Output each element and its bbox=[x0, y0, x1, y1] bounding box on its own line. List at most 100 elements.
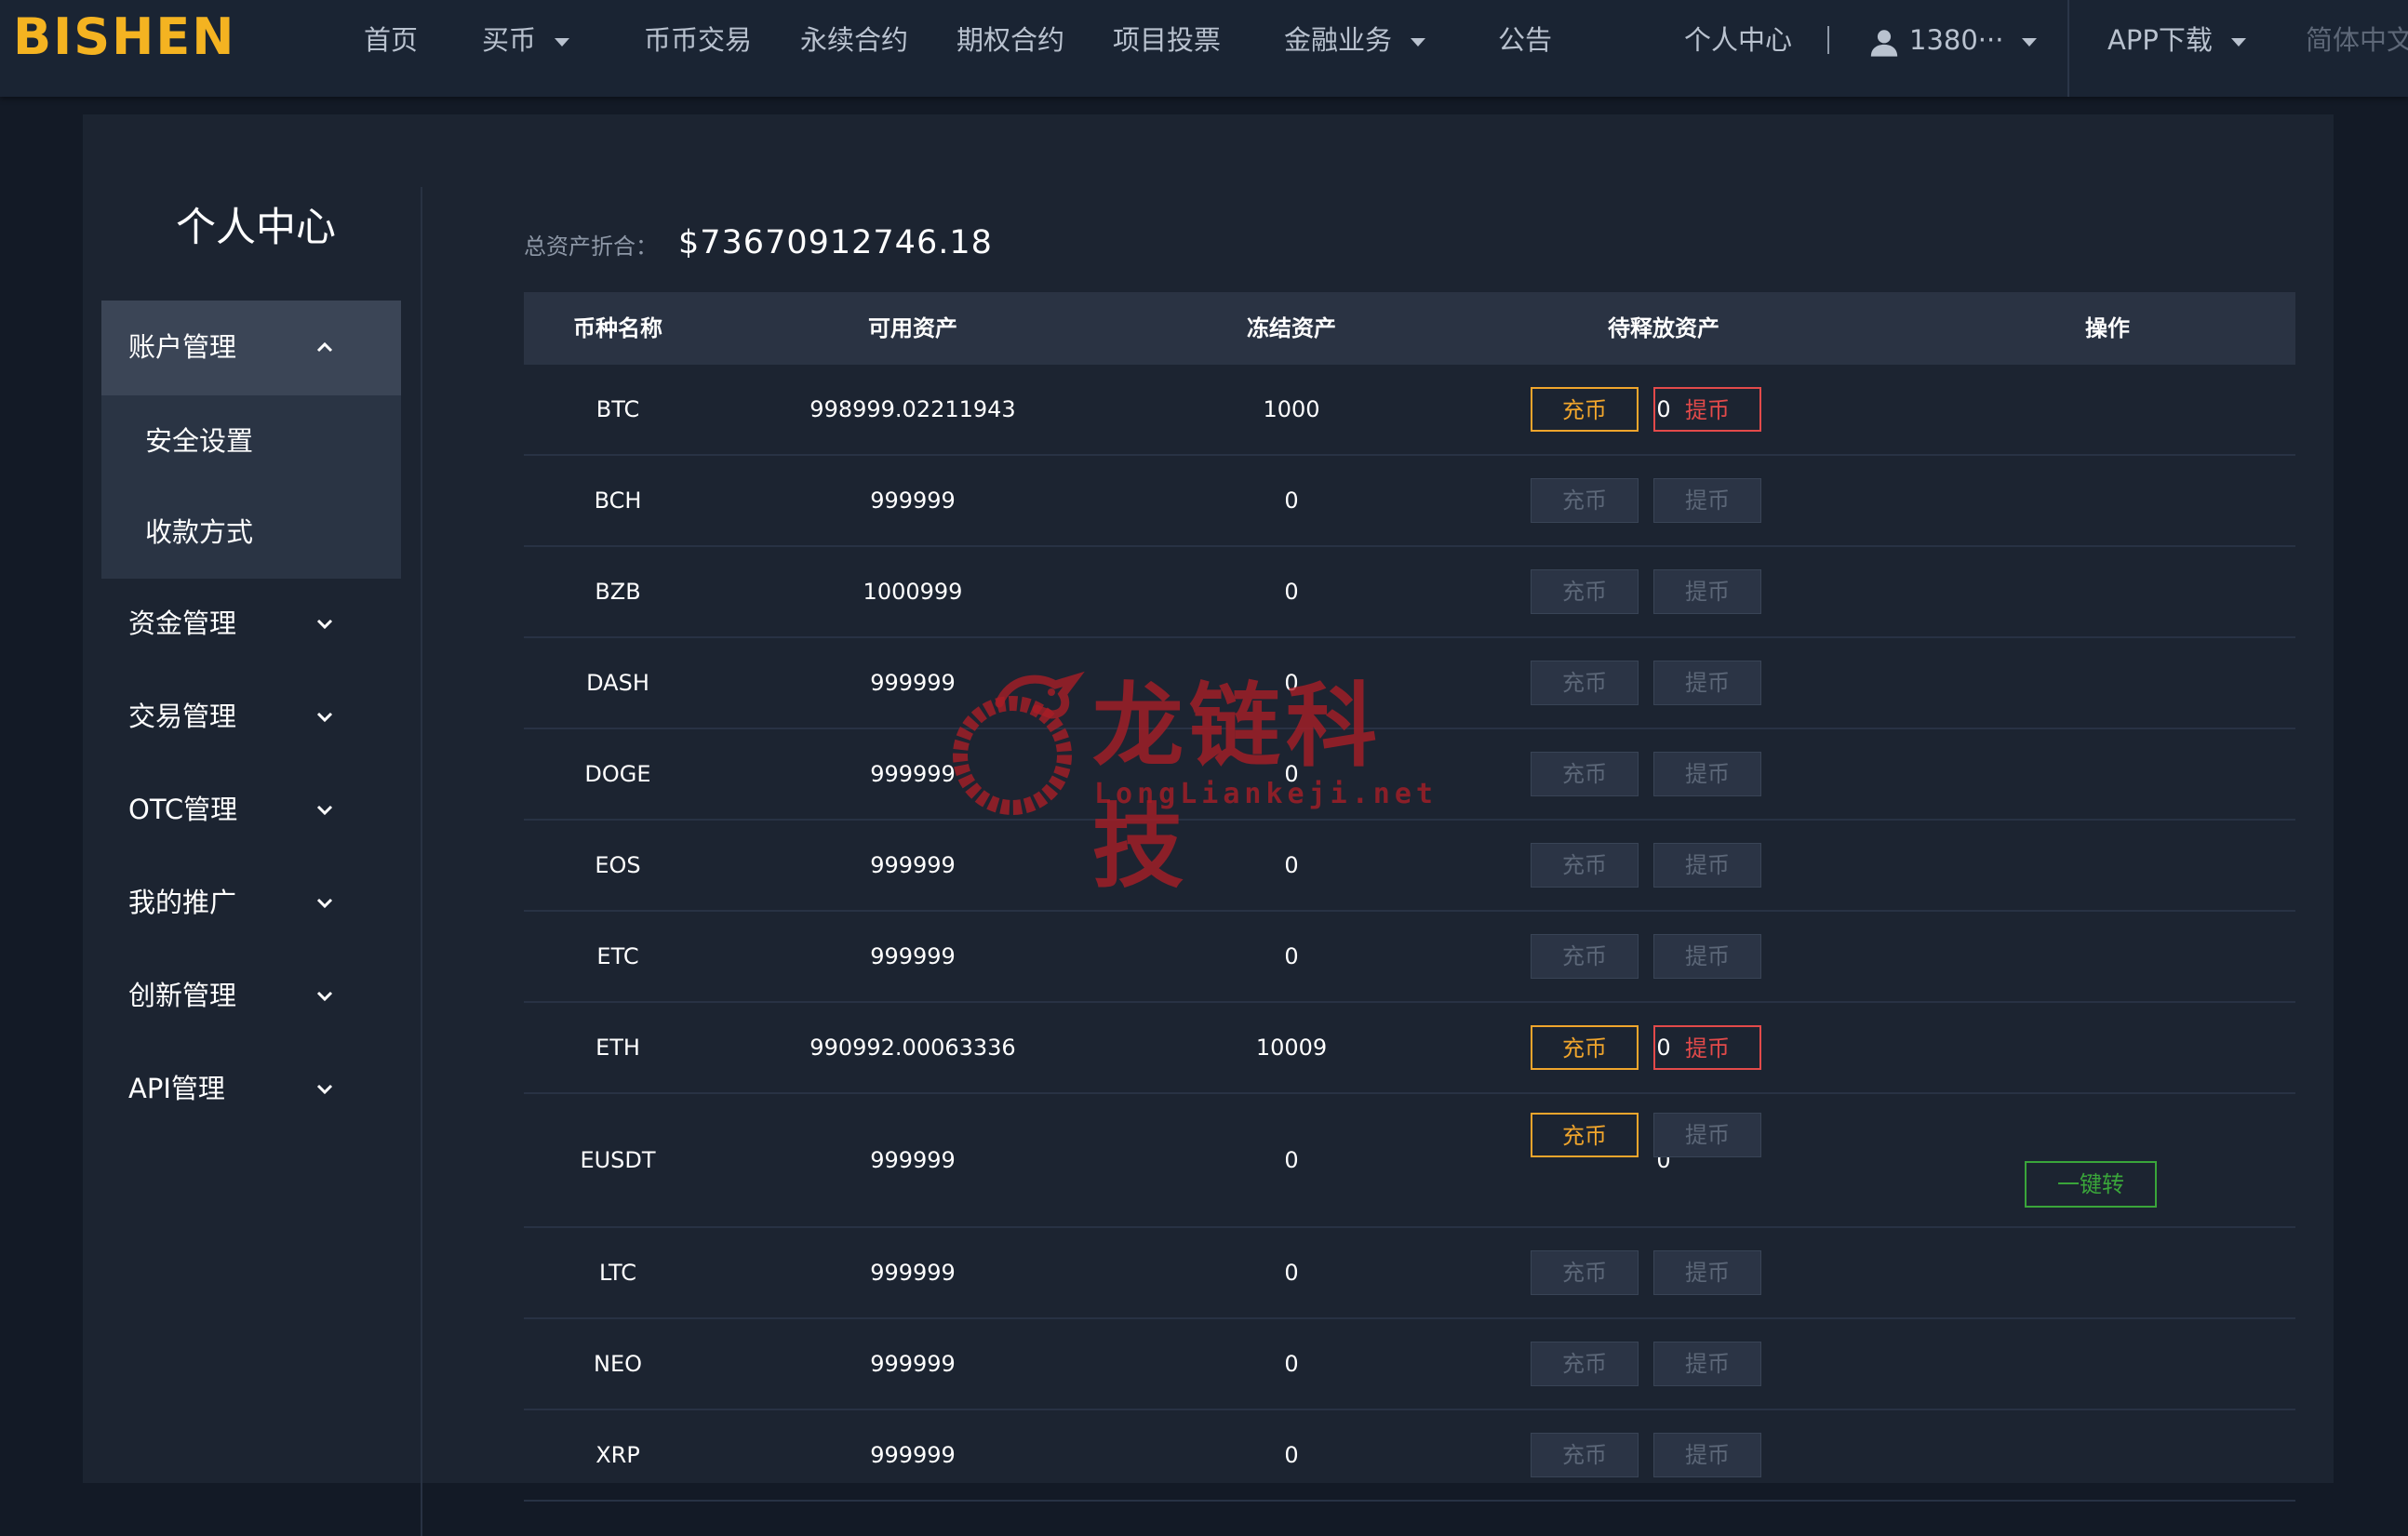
language-switch[interactable]: 简体中文 bbox=[2306, 0, 2408, 80]
coin-name-cell: XRP bbox=[595, 1442, 640, 1468]
withdraw-button[interactable]: 提币 bbox=[1653, 1025, 1761, 1070]
sidebar-item-account[interactable]: 账户管理 bbox=[101, 301, 401, 394]
nav-finance[interactable]: 金融业务 bbox=[1284, 0, 1426, 80]
coin-name-cell: BTC bbox=[595, 396, 640, 422]
total-assets-value: $73670912746.18 bbox=[678, 224, 993, 261]
caret-down-icon bbox=[2230, 37, 2246, 47]
sidebar-item-label: 我的推广 bbox=[128, 887, 237, 918]
nav-project-vote-label: 项目投票 bbox=[1113, 24, 1222, 56]
deposit-button[interactable]: 充币 bbox=[1531, 752, 1639, 796]
table-row: XRP99999900充币提币 bbox=[524, 1410, 2295, 1502]
withdraw-button[interactable]: 提币 bbox=[1653, 934, 1761, 979]
nav-app-download[interactable]: APP下载 bbox=[2107, 0, 2246, 80]
chevron-up-icon bbox=[316, 341, 333, 353]
withdraw-button[interactable]: 提币 bbox=[1653, 569, 1761, 614]
deposit-button[interactable]: 充币 bbox=[1531, 387, 1639, 432]
nav-separator bbox=[1827, 26, 1829, 54]
frozen-balance-cell: 0 bbox=[1284, 1351, 1299, 1377]
deposit-button[interactable]: 充币 bbox=[1531, 1250, 1639, 1295]
deposit-button[interactable]: 充币 bbox=[1531, 478, 1639, 523]
nav-finance-label: 金融业务 bbox=[1284, 24, 1393, 56]
available-balance-cell: 999999 bbox=[870, 1351, 956, 1377]
sidebar-item-funds[interactable]: 资金管理 bbox=[101, 577, 401, 670]
frozen-balance-cell: 0 bbox=[1284, 1147, 1299, 1173]
deposit-button[interactable]: 充币 bbox=[1531, 934, 1639, 979]
sidebar-item-payment-methods[interactable]: 收款方式 bbox=[145, 487, 396, 578]
available-balance-cell: 1000999 bbox=[863, 579, 963, 605]
withdraw-button[interactable]: 提币 bbox=[1653, 752, 1761, 796]
deposit-button[interactable]: 充币 bbox=[1531, 1025, 1639, 1070]
table-row: ETH 990992.00063336 10009 0 充币 提币 bbox=[524, 1003, 2295, 1094]
coin-name-cell: LTC bbox=[598, 1260, 637, 1286]
brand-logo[interactable]: BISHEN bbox=[13, 7, 235, 67]
asset-table: 币种名称 可用资产 冻结资产 待释放资产 操作 BTC 998999.022119… bbox=[524, 292, 2295, 1502]
frozen-balance-cell: 10009 bbox=[1255, 1035, 1328, 1061]
nav-buy-coin[interactable]: 买币 bbox=[482, 0, 570, 80]
one-click-convert-button[interactable]: 一键转 bbox=[2025, 1161, 2157, 1208]
coin-name-cell: BCH bbox=[594, 488, 642, 514]
nav-project-vote[interactable]: 项目投票 bbox=[1113, 0, 1221, 80]
column-header-available: 可用资产 bbox=[868, 315, 957, 341]
nav-home-label: 首页 bbox=[364, 24, 419, 56]
coin-name-cell: EOS bbox=[595, 852, 641, 878]
sidebar-item-api[interactable]: API管理 bbox=[101, 1042, 401, 1135]
top-navbar: BISHEN 首页 买币 币币交易 永续合约 期权合约 项目投票 金融业务 公告… bbox=[0, 0, 2408, 97]
user-menu[interactable]: 1380··· bbox=[1868, 0, 2038, 80]
sidebar-item-label: 账户管理 bbox=[128, 331, 237, 363]
user-icon bbox=[1870, 30, 1898, 57]
table-header: 币种名称 可用资产 冻结资产 待释放资产 操作 bbox=[524, 292, 2295, 365]
nav-home[interactable]: 首页 bbox=[364, 0, 418, 80]
table-body: BTC998999.0221194310000充币提币BCH99999900充币… bbox=[524, 365, 2295, 1502]
nav-announcement[interactable]: 公告 bbox=[1498, 0, 1552, 80]
chevron-down-icon bbox=[316, 619, 333, 630]
nav-spot-trading-label: 币币交易 bbox=[644, 24, 753, 56]
withdraw-button[interactable]: 提币 bbox=[1653, 1113, 1761, 1157]
deposit-button[interactable]: 充币 bbox=[1531, 843, 1639, 888]
total-assets-label: 总资产折合： bbox=[524, 234, 658, 260]
column-header-coin: 币种名称 bbox=[573, 315, 662, 341]
coin-name-cell: NEO bbox=[593, 1351, 642, 1377]
withdraw-button[interactable]: 提币 bbox=[1653, 387, 1761, 432]
deposit-button[interactable]: 充币 bbox=[1531, 1433, 1639, 1477]
deposit-button[interactable]: 充币 bbox=[1531, 1342, 1639, 1386]
nav-spot-trading[interactable]: 币币交易 bbox=[644, 0, 752, 80]
withdraw-button[interactable]: 提币 bbox=[1653, 661, 1761, 705]
nav-options[interactable]: 期权合约 bbox=[957, 0, 1064, 80]
frozen-balance-cell: 0 bbox=[1284, 488, 1299, 514]
deposit-button[interactable]: 充币 bbox=[1531, 661, 1639, 705]
available-balance-cell: 999999 bbox=[870, 670, 956, 696]
sidebar-item-label: 资金管理 bbox=[128, 608, 237, 639]
available-balance-cell: 999999 bbox=[870, 1147, 956, 1173]
sidebar-item-promotion[interactable]: 我的推广 bbox=[101, 856, 401, 949]
sidebar-divider bbox=[421, 187, 422, 1536]
column-header-actions: 操作 bbox=[2085, 315, 2130, 341]
chevron-down-icon bbox=[316, 712, 333, 723]
withdraw-button[interactable]: 提币 bbox=[1653, 478, 1761, 523]
withdraw-button[interactable]: 提币 bbox=[1653, 1250, 1761, 1295]
nav-perpetual[interactable]: 永续合约 bbox=[800, 0, 908, 80]
chevron-down-icon bbox=[316, 898, 333, 909]
nav-personal-center[interactable]: 个人中心 bbox=[1684, 0, 1792, 80]
frozen-balance-cell: 0 bbox=[1284, 943, 1299, 969]
sidebar-item-innovation[interactable]: 创新管理 bbox=[101, 949, 401, 1042]
table-row: EUSDT 999999 0 0 充币 提币 一键转 bbox=[524, 1094, 2295, 1228]
deposit-button[interactable]: 充币 bbox=[1531, 569, 1639, 614]
deposit-button[interactable]: 充币 bbox=[1531, 1113, 1639, 1157]
table-row: NEO99999900充币提币 bbox=[524, 1319, 2295, 1410]
sidebar-item-security[interactable]: 安全设置 bbox=[145, 395, 396, 487]
chevron-down-icon bbox=[316, 1084, 333, 1095]
available-balance-cell: 999999 bbox=[870, 1442, 956, 1468]
withdraw-button[interactable]: 提币 bbox=[1653, 843, 1761, 888]
nav-divider bbox=[2067, 0, 2069, 97]
frozen-balance-cell: 0 bbox=[1284, 852, 1299, 878]
sidebar-item-trades[interactable]: 交易管理 bbox=[101, 670, 401, 763]
sidebar-item-otc[interactable]: OTC管理 bbox=[101, 763, 401, 856]
column-header-pending: 待释放资产 bbox=[1608, 315, 1719, 341]
available-balance-cell: 998999.02211943 bbox=[809, 396, 1016, 422]
nav-buy-coin-label: 买币 bbox=[482, 24, 537, 56]
withdraw-button[interactable]: 提币 bbox=[1653, 1433, 1761, 1477]
table-row: DASH99999900充币提币 bbox=[524, 638, 2295, 729]
coin-name-cell: BZB bbox=[595, 579, 641, 605]
chevron-down-icon bbox=[316, 805, 333, 816]
withdraw-button[interactable]: 提币 bbox=[1653, 1342, 1761, 1386]
